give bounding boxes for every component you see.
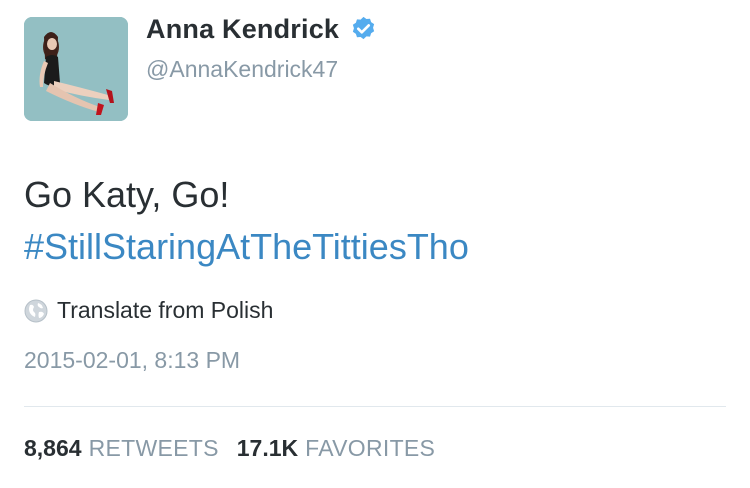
tweet-line: Go Katy, Go! xyxy=(24,174,230,215)
globe-icon xyxy=(24,299,48,322)
translate-button[interactable]: Translate from Polish xyxy=(24,297,273,324)
user-handle[interactable]: @AnnaKendrick47 xyxy=(146,56,338,83)
translate-label: Translate from Polish xyxy=(57,297,274,323)
profile-photo xyxy=(24,17,128,121)
retweets-count[interactable]: 8,864 xyxy=(24,435,82,462)
retweets-label[interactable]: RETWEETS xyxy=(89,435,219,462)
favorites-count[interactable]: 17.1K xyxy=(237,435,298,462)
display-name[interactable]: Anna Kendrick xyxy=(146,14,339,45)
avatar[interactable] xyxy=(24,17,128,121)
tweet-timestamp[interactable]: 2015-02-01, 8:13 PM xyxy=(24,347,240,374)
divider xyxy=(24,406,726,407)
hashtag-link[interactable]: #StillStaringAtTheTittiesTho xyxy=(24,221,469,273)
tweet-stats: 8,864 RETWEETS 17.1K FAVORITES xyxy=(24,435,435,462)
favorites-label[interactable]: FAVORITES xyxy=(305,435,435,462)
verified-badge-icon xyxy=(353,16,375,40)
tweet-text: Go Katy, Go! #StillStaringAtTheTittiesTh… xyxy=(24,169,469,273)
